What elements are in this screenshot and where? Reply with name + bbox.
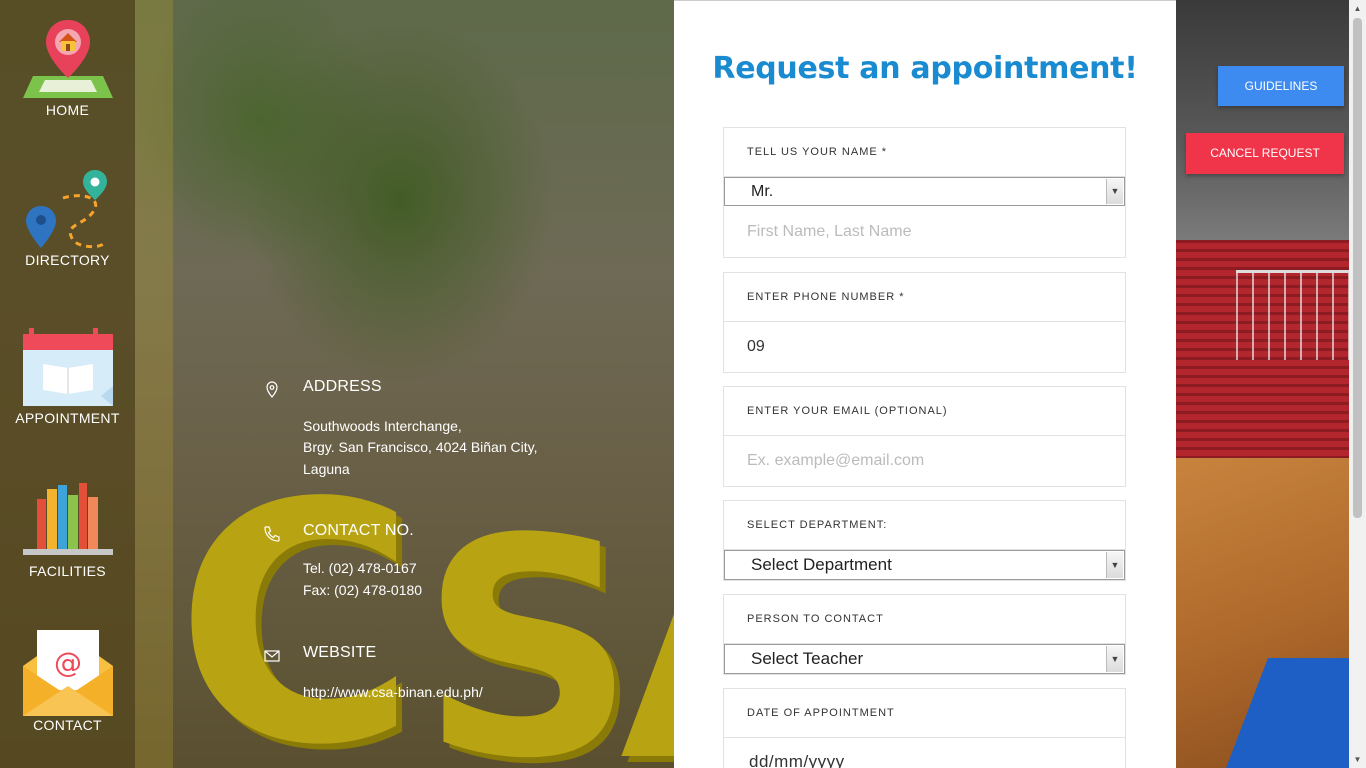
nav-label-directory: DIRECTORY <box>25 252 110 268</box>
page-scrollbar[interactable]: ▲ ▼ <box>1349 0 1366 768</box>
salutation-select[interactable]: Mr. ▼ <box>724 177 1125 206</box>
chevron-down-icon: ▼ <box>1106 179 1123 204</box>
chevron-down-icon: ▼ <box>1106 646 1123 672</box>
address-heading: ADDRESS <box>303 378 382 395</box>
svg-text:@: @ <box>54 646 82 679</box>
website-link[interactable]: http://www.csa-binan.edu.ph/ <box>303 682 483 704</box>
directory-map-icon <box>23 168 113 249</box>
appointment-form: Request an appointment! TELL US YOUR NAM… <box>674 0 1176 768</box>
email-label: ENTER YOUR EMAIL (OPTIONAL) <box>724 387 1125 436</box>
scrollbar-thumb[interactable] <box>1353 18 1362 518</box>
date-field-group: DATE OF APPOINTMENT dd/mm/yyyy <box>723 688 1126 768</box>
phone-label: ENTER PHONE NUMBER * <box>724 273 1125 322</box>
sidebar-nav: HOME DIRECTORY APPOINTMENT FACILITIES @ … <box>0 0 135 768</box>
name-input[interactable] <box>724 206 1125 257</box>
nav-label-appointment: APPOINTMENT <box>15 410 120 426</box>
nav-label-facilities: FACILITIES <box>29 563 106 579</box>
department-select[interactable]: Select Department ▼ <box>724 550 1125 580</box>
phone-input[interactable] <box>724 322 1125 372</box>
mail-envelope-icon: @ <box>22 630 113 716</box>
contact-fax: Fax: (02) 478-0180 <box>303 582 423 598</box>
scroll-down-icon[interactable]: ▼ <box>1349 751 1366 768</box>
name-field-group: TELL US YOUR NAME * Mr. ▼ <box>723 127 1126 258</box>
person-label: PERSON TO CONTACT <box>724 595 1125 644</box>
contact-tel: Tel. (02) 478-0167 <box>303 560 417 576</box>
cancel-request-button[interactable]: CANCEL REQUEST <box>1186 133 1344 174</box>
chevron-down-icon: ▼ <box>1106 552 1123 578</box>
address-line: Brgy. San Francisco, 4024 Biñan City, <box>303 439 538 455</box>
email-field-group: ENTER YOUR EMAIL (OPTIONAL) <box>723 386 1126 487</box>
guidelines-button[interactable]: GUIDELINES <box>1218 66 1344 106</box>
nav-item-directory[interactable]: DIRECTORY <box>0 168 135 268</box>
nav-item-appointment[interactable]: APPOINTMENT <box>0 326 135 426</box>
books-shelf-icon <box>22 479 113 559</box>
nav-item-facilities[interactable]: FACILITIES <box>0 479 135 579</box>
nav-item-home[interactable]: HOME <box>0 18 135 118</box>
date-input[interactable]: dd/mm/yyyy <box>724 738 1125 768</box>
department-label: SELECT DEPARTMENT: <box>724 501 1125 550</box>
teacher-select[interactable]: Select Teacher ▼ <box>724 644 1125 674</box>
home-map-icon <box>22 18 113 98</box>
name-label: TELL US YOUR NAME * <box>724 128 1125 177</box>
location-pin-icon <box>262 380 282 400</box>
gym-background-image <box>1176 0 1366 768</box>
nav-label-home: HOME <box>45 102 90 118</box>
phone-icon <box>262 524 282 544</box>
person-field-group: PERSON TO CONTACT Select Teacher ▼ <box>723 594 1126 675</box>
nav-label-contact: CONTACT <box>33 717 102 733</box>
email-input[interactable] <box>724 436 1125 486</box>
address-line: Southwoods Interchange, <box>303 418 462 434</box>
date-label: DATE OF APPOINTMENT <box>724 689 1125 738</box>
contact-heading: CONTACT NO. <box>303 522 414 539</box>
nav-item-contact[interactable]: @ CONTACT <box>0 630 135 733</box>
calendar-icon <box>22 326 113 406</box>
salutation-value: Mr. <box>751 183 774 200</box>
website-heading: WEBSITE <box>303 644 377 661</box>
department-field-group: SELECT DEPARTMENT: Select Department ▼ <box>723 500 1126 581</box>
address-line: Laguna <box>303 461 350 477</box>
envelope-icon <box>262 646 282 666</box>
scroll-up-icon[interactable]: ▲ <box>1349 0 1366 17</box>
teacher-value: Select Teacher <box>751 649 864 668</box>
form-title: Request an appointment! <box>712 51 1138 86</box>
phone-field-group: ENTER PHONE NUMBER * <box>723 272 1126 373</box>
sidebar-edge <box>135 0 173 768</box>
department-value: Select Department <box>751 555 892 574</box>
